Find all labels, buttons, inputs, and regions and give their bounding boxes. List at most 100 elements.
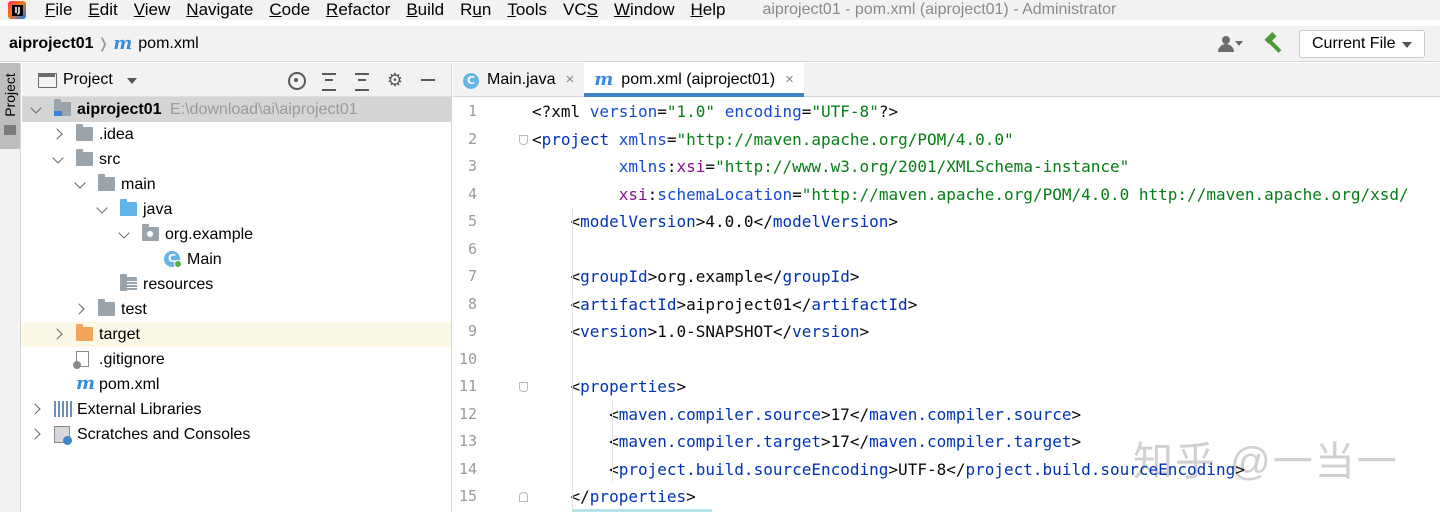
chevron-down-icon[interactable] bbox=[126, 77, 137, 84]
code-line[interactable]: xsi:schemaLocation="http://maven.apache.… bbox=[532, 181, 1409, 209]
menu-navigate[interactable]: Navigate bbox=[186, 0, 253, 20]
project-tool-window-label: Project bbox=[2, 73, 18, 117]
code-line[interactable]: <maven.compiler.target>17</maven.compile… bbox=[532, 428, 1081, 456]
code-line[interactable]: <properties> bbox=[532, 373, 687, 401]
menu-file[interactable]: File bbox=[45, 0, 72, 20]
menu-window[interactable]: Window bbox=[614, 0, 674, 20]
chevron-down-icon[interactable] bbox=[117, 227, 131, 241]
code-line[interactable]: <artifactId>aiproject01</artifactId> bbox=[532, 291, 918, 319]
line-number: 1 bbox=[467, 102, 477, 120]
tree-item-label: Scratches and Consoles bbox=[77, 426, 251, 443]
run-configuration-select[interactable]: Current File bbox=[1299, 30, 1425, 58]
folder-icon bbox=[98, 299, 115, 316]
chevron-down-icon[interactable] bbox=[29, 102, 43, 116]
code-line[interactable]: xmlns:xsi="http://www.w3.org/2001/XMLSch… bbox=[532, 153, 1130, 181]
line-number: 6 bbox=[467, 239, 477, 258]
tree-item-aiproject01[interactable]: aiproject01 E:\download\ai\aiproject01 bbox=[22, 97, 451, 122]
chevron-right-icon[interactable] bbox=[29, 402, 43, 416]
menu-edit[interactable]: Edit bbox=[88, 0, 117, 20]
tree-item-label: org.example bbox=[165, 226, 254, 243]
close-icon[interactable]: × bbox=[785, 71, 794, 88]
tree-item-java[interactable]: java bbox=[22, 197, 451, 222]
breadcrumb-file[interactable]: pom.xml bbox=[138, 35, 198, 53]
chevron-right-icon[interactable] bbox=[51, 127, 65, 141]
chevron-right-icon[interactable] bbox=[29, 427, 43, 441]
editor-tab-label: pom.xml (aiproject01) bbox=[621, 70, 776, 88]
menu-items: File Edit View Navigate Code Refactor Build Run… bbox=[45, 0, 741, 20]
tree-item-target[interactable]: target bbox=[22, 322, 451, 347]
chevron-down-icon[interactable] bbox=[51, 152, 65, 166]
tree-item-main[interactable]: C Main bbox=[22, 247, 451, 272]
menu-tools[interactable]: Tools bbox=[507, 0, 547, 20]
fold-end-icon[interactable] bbox=[519, 492, 528, 502]
code-line[interactable]: <project.build.sourceEncoding>UTF-8</pro… bbox=[532, 456, 1245, 484]
gear-icon[interactable]: ⚙ bbox=[385, 70, 405, 90]
project-tool-window-button[interactable]: Project bbox=[0, 63, 20, 149]
tree-item-src[interactable]: src bbox=[22, 147, 451, 172]
breadcrumb-project[interactable]: aiproject01 bbox=[9, 35, 93, 53]
code-line[interactable]: <maven.compiler.source>17</maven.compile… bbox=[532, 401, 1081, 429]
tree-item-org-example[interactable]: org.example bbox=[22, 222, 451, 247]
tree-item-external-libraries[interactable]: External Libraries bbox=[22, 397, 451, 422]
tree-item-main[interactable]: main bbox=[22, 172, 451, 197]
line-number: 14 bbox=[458, 459, 477, 478]
editor-tab-main-java[interactable]: C Main.java × bbox=[453, 63, 584, 96]
code-line[interactable]: </properties> bbox=[532, 483, 696, 511]
menu-run[interactable]: Run bbox=[460, 0, 491, 20]
menu-refactor[interactable]: Refactor bbox=[326, 0, 390, 20]
maven-file-icon: m bbox=[113, 33, 133, 54]
libraries-icon bbox=[54, 401, 72, 417]
editor-tab-pom-xml[interactable]: m pom.xml (aiproject01) × bbox=[584, 63, 804, 97]
folder-icon bbox=[76, 124, 93, 141]
locate-file-icon[interactable] bbox=[286, 70, 306, 90]
menu-view[interactable]: View bbox=[134, 0, 171, 20]
chevron-right-icon[interactable] bbox=[73, 302, 87, 316]
fold-marker-icon[interactable] bbox=[519, 134, 528, 145]
code-line[interactable]: <modelVersion>4.0.0</modelVersion> bbox=[532, 208, 899, 236]
tree-item-test[interactable]: test bbox=[22, 297, 451, 322]
tree-item-resources[interactable]: resources bbox=[22, 272, 451, 297]
menu-vcs[interactable]: VCS bbox=[563, 0, 598, 20]
code-line[interactable]: <groupId>org.example</groupId> bbox=[532, 263, 860, 291]
project-panel-title[interactable]: Project bbox=[63, 71, 113, 89]
code-line[interactable]: <version>1.0-SNAPSHOT</version> bbox=[532, 318, 870, 346]
menu-help[interactable]: Help bbox=[690, 0, 725, 20]
expand-all-icon[interactable] bbox=[319, 70, 339, 91]
source-folder-icon bbox=[120, 199, 137, 216]
project-folder-icon bbox=[54, 99, 71, 116]
tree-item-pom-xml[interactable]: m pom.xml bbox=[22, 372, 451, 397]
line-number: 3 bbox=[467, 157, 477, 175]
hide-panel-icon[interactable] bbox=[418, 70, 438, 90]
project-tree: aiproject01 E:\download\ai\aiproject01 .id… bbox=[22, 97, 451, 447]
tree-item-gitignore[interactable]: .gitignore bbox=[22, 347, 451, 372]
code-line[interactable]: <?xml version="1.0" encoding="UTF-8"?> bbox=[532, 98, 898, 126]
fold-marker-icon[interactable] bbox=[519, 382, 528, 392]
tree-item-idea[interactable]: .idea bbox=[22, 122, 451, 147]
excluded-folder-icon bbox=[76, 324, 93, 341]
line-number: 15 bbox=[458, 487, 477, 505]
indent-guide bbox=[572, 208, 573, 511]
intellij-logo-icon: IJ bbox=[7, 0, 29, 20]
chevron-down-icon[interactable] bbox=[73, 177, 87, 191]
close-icon[interactable]: × bbox=[565, 71, 574, 88]
folder-icon bbox=[98, 174, 115, 191]
tree-item-scratches-and-consoles[interactable]: Scratches and Consoles bbox=[22, 422, 451, 447]
code-area[interactable]: 知乎 @一当一 1 <?xml version="1.0" encoding="U… bbox=[453, 97, 1440, 512]
collapse-all-icon[interactable] bbox=[352, 70, 372, 91]
run-configuration-label: Current File bbox=[1312, 35, 1396, 52]
tree-item-label: java bbox=[143, 201, 173, 218]
folder-icon bbox=[4, 125, 16, 135]
menu-code[interactable]: Code bbox=[269, 0, 310, 20]
menu-build[interactable]: Build bbox=[406, 0, 444, 20]
maven-file-icon: m bbox=[594, 69, 614, 90]
chevron-right-icon[interactable] bbox=[51, 327, 65, 341]
build-hammer-icon[interactable] bbox=[1263, 31, 1285, 55]
java-class-icon: C bbox=[164, 251, 182, 268]
gitignore-file-icon bbox=[73, 351, 89, 369]
editor: C Main.java × m pom.xml (aiproject01) × 知乎 @一… bbox=[453, 63, 1440, 512]
tree-item-label: resources bbox=[143, 276, 214, 293]
code-line[interactable]: <project xmlns="http://maven.apache.org/… bbox=[532, 126, 1014, 154]
user-account-icon[interactable] bbox=[1217, 34, 1243, 54]
chevron-down-icon[interactable] bbox=[95, 202, 109, 216]
scratches-icon bbox=[54, 426, 72, 445]
